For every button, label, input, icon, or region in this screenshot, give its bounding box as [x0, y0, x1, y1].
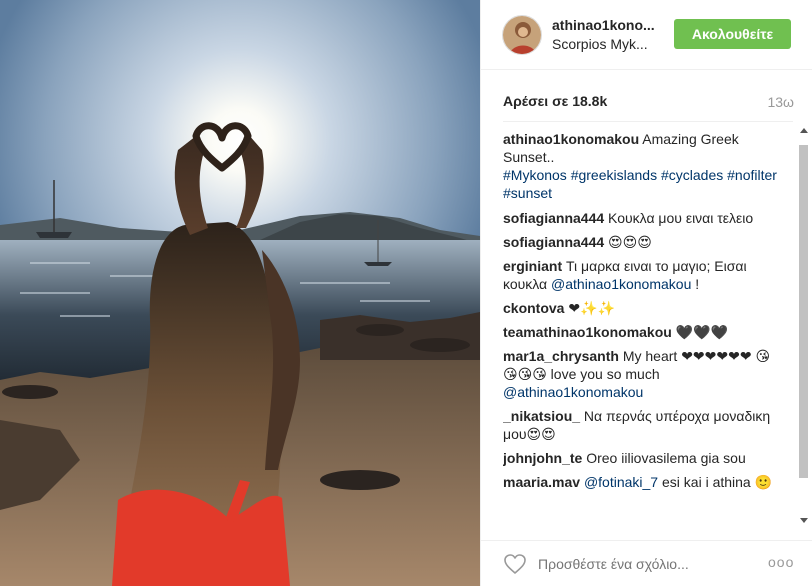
comment-username[interactable]: teamathinao1konomakou — [503, 324, 672, 340]
follow-button[interactable]: Ακολουθείτε — [674, 19, 791, 49]
comment-text-tail: esi kai i athina 🙂 — [658, 474, 773, 490]
post-username[interactable]: athinao1kono... — [552, 17, 655, 33]
comment-username[interactable]: maaria.mav — [503, 474, 580, 490]
post-photo[interactable] — [0, 0, 480, 586]
post-header: athinao1kono... Scorpios Myk... Ακολουθε… — [481, 0, 812, 70]
comment-mention[interactable]: @fotinaki_7 — [584, 474, 658, 490]
avatar-image — [503, 16, 541, 54]
comment-username[interactable]: sofiagianna444 — [503, 234, 604, 250]
comment-username[interactable]: mar1a_chrysanth — [503, 348, 619, 364]
comment-text: 🖤🖤🖤 — [671, 324, 729, 340]
likes-count[interactable]: Αρέσει σε 18.8k — [503, 93, 607, 109]
post-footer: ooo — [481, 540, 812, 586]
comment-username[interactable]: athinao1konomakou — [503, 131, 639, 147]
comment-mention[interactable]: @athinao1konomakou — [503, 384, 643, 400]
comment-item: maaria.mav @fotinaki_7 esi kai i athina … — [503, 473, 783, 491]
comment-item: mar1a_chrysanth My heart ❤❤❤❤❤❤ 😘😘😘😘 lov… — [503, 347, 783, 401]
comment-text: Κουκλα μου ειναι τελειο — [604, 210, 754, 226]
comment-username[interactable]: ckontova — [503, 300, 564, 316]
comment-username[interactable]: sofiagianna444 — [503, 210, 604, 226]
scroll-thumb[interactable] — [799, 145, 808, 478]
comment-item: teamathinao1konomakou 🖤🖤🖤 — [503, 323, 783, 341]
comment-item: ckontova ❤✨✨ — [503, 299, 783, 317]
comment-item: erginiant Τι μαρκα ειναι το μαγιο; Εισαι… — [503, 257, 783, 293]
post-details-panel: athinao1kono... Scorpios Myk... Ακολουθε… — [480, 0, 812, 586]
scroll-down-arrow-icon[interactable] — [800, 518, 808, 523]
scroll-up-arrow-icon[interactable] — [800, 128, 808, 133]
comment-text: 😍😍😍 — [604, 234, 652, 250]
comment-text-tail: ! — [691, 276, 700, 292]
comment-mention[interactable]: @athinao1konomakou — [551, 276, 691, 292]
avatar[interactable] — [502, 15, 542, 55]
comment-username[interactable]: _nikatsiou_ — [503, 408, 580, 424]
comment-item: athinao1konomakou Amazing Greek Sunset..… — [503, 130, 783, 202]
comment-input[interactable] — [538, 553, 738, 575]
comment-text: ❤✨✨ — [564, 300, 615, 316]
comment-hashtags[interactable]: #Mykonos #greekislands #cyclades #nofilt… — [503, 167, 777, 201]
post-stats: Αρέσει σε 18.8k 13ω — [503, 93, 794, 113]
comment-username[interactable]: erginiant — [503, 258, 562, 274]
post-location[interactable]: Scorpios Myk... — [552, 36, 648, 52]
comment-item: johnjohn_te Oreo iiliovasilema gia sou — [503, 449, 783, 467]
comment-item: sofiagianna444 😍😍😍 — [503, 233, 783, 251]
more-options-icon[interactable]: ooo — [768, 554, 794, 572]
post-time[interactable]: 13ω — [767, 94, 794, 110]
sunset-photo — [0, 0, 480, 586]
comment-item: _nikatsiou_ Να περνάς υπέροχα μοναδικη μ… — [503, 407, 783, 443]
comment-item: sofiagianna444 Κουκλα μου ειναι τελειο — [503, 209, 783, 227]
divider — [503, 121, 793, 122]
comments-list: athinao1konomakou Amazing Greek Sunset..… — [503, 130, 783, 522]
comments-scrollbar[interactable] — [797, 128, 811, 526]
comment-text: Oreo iiliovasilema gia sou — [582, 450, 746, 466]
comment-username[interactable]: johnjohn_te — [503, 450, 582, 466]
like-heart-icon[interactable] — [503, 553, 527, 575]
